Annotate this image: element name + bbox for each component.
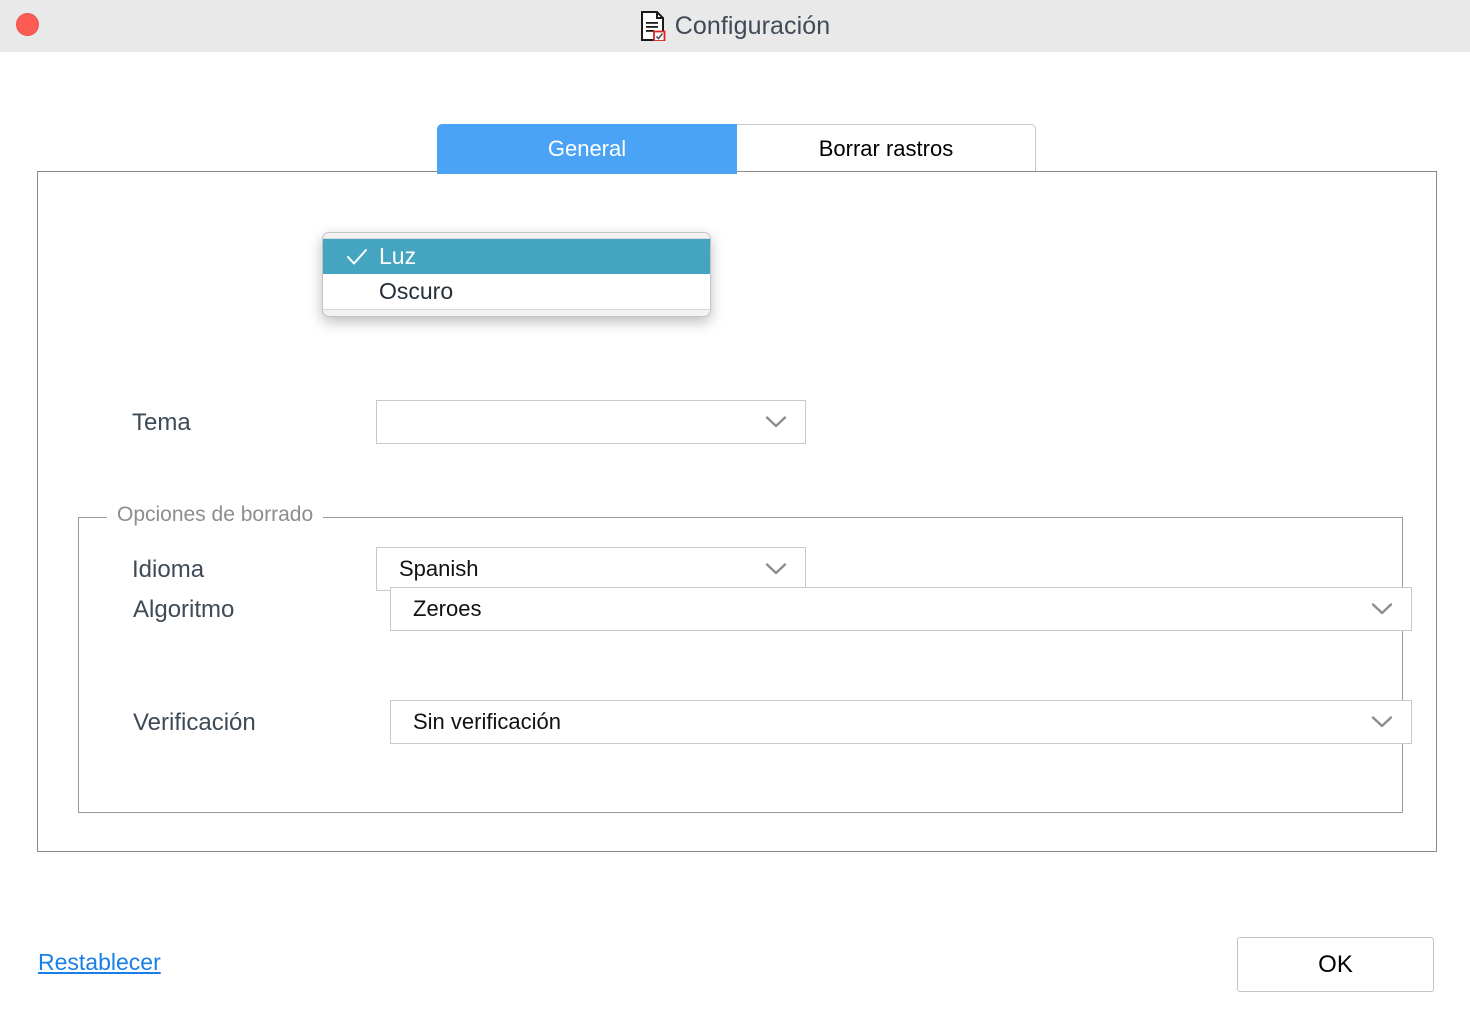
tab-general[interactable]: General [437,124,737,174]
ok-button-label: OK [1318,950,1353,978]
tema-dropdown-list: Luz Oscuro [323,238,710,310]
algoritmo-select[interactable]: Zeroes [390,587,1412,631]
verificacion-select-value: Sin verificación [413,709,561,734]
window-title-group: Configuración [640,11,831,42]
tema-option-oscuro[interactable]: Oscuro [323,274,710,309]
tab-bar: General Borrar rastros [437,124,1036,174]
verificacion-label: Verificación [133,709,256,736]
tema-label: Tema [132,409,191,436]
tema-dropdown-menu[interactable]: Luz Oscuro [322,232,711,317]
chevron-down-icon [765,416,787,429]
tema-select[interactable]: Luz [376,400,806,444]
tema-option-luz[interactable]: Luz [323,239,710,274]
verificacion-row: Verificación Sin verificación [97,700,1412,746]
tema-option-oscuro-label: Oscuro [379,278,454,304]
tema-row: Tema Luz [96,400,816,446]
tab-borrar-rastros-label: Borrar rastros [818,136,954,161]
window-title: Configuración [674,11,831,40]
erase-options-fieldset: Opciones de borrado Algoritmo Zeroes Ver… [78,503,1412,813]
chevron-down-icon [1371,603,1393,616]
document-settings-icon [640,11,666,42]
ok-button[interactable]: OK [1237,937,1434,992]
chevron-down-icon [1371,716,1393,729]
settings-panel: Tema Luz Idioma Spanish Opciones de borr… [37,171,1437,852]
algoritmo-select-value: Zeroes [413,596,482,621]
restablecer-link[interactable]: Restablecer [38,949,161,976]
algoritmo-label: Algoritmo [133,596,235,623]
verificacion-select[interactable]: Sin verificación [390,700,1412,744]
tab-borrar-rastros[interactable]: Borrar rastros [736,124,1036,174]
algoritmo-row: Algoritmo Zeroes [97,587,1412,633]
close-window-button[interactable] [16,13,39,36]
tema-option-luz-label: Luz [379,243,417,269]
check-icon [335,248,379,266]
tab-general-label: General [547,136,627,161]
erase-options-legend: Opciones de borrado [107,503,324,527]
window-titlebar: Configuración [0,0,1470,52]
